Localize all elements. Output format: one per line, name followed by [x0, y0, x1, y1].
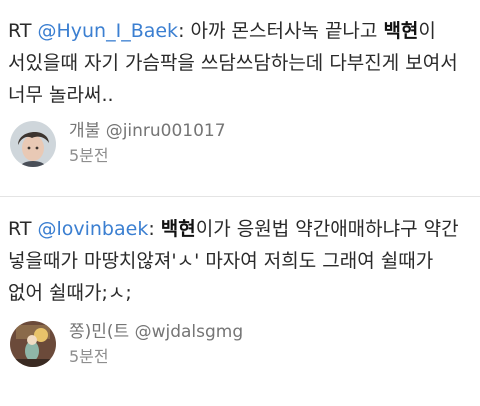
display-name: 개불 — [69, 121, 101, 141]
tweet-item[interactable]: RT @Hyun_I_Baek: 아까 몬스터사녹 끝나고 백현이 서있을때 자… — [0, 0, 480, 196]
tweet-text-part: : 아까 몬스터사녹 끝나고 — [178, 20, 384, 42]
mention-link[interactable]: @lovinbaek — [37, 218, 148, 240]
tweet-item[interactable]: RT @lovinbaek: 백현이가 응원법 약간애매하냐구 약간 넣을때가 … — [0, 198, 480, 406]
highlighted-keyword: 백현 — [160, 218, 196, 240]
retweet-prefix: RT — [8, 218, 38, 240]
tweet-timestamp: 5분전 — [69, 146, 109, 165]
divider — [0, 196, 480, 197]
user-handle: @jinru001017 — [105, 121, 226, 141]
mention-link[interactable]: @Hyun_I_Baek — [37, 20, 178, 42]
tweet-text-part: : — [148, 218, 161, 240]
tweet-timestamp: 5분전 — [69, 347, 109, 366]
author-line[interactable]: 쫑)민(트 @wjdalsgmg — [69, 321, 243, 343]
tweet-text: RT @Hyun_I_Baek: 아까 몬스터사녹 끝나고 백현이 서있을때 자… — [8, 15, 474, 111]
profile-photo-icon — [10, 121, 56, 167]
tweet-text: RT @lovinbaek: 백현이가 응원법 약간애매하냐구 약간 넣을때가 … — [8, 213, 474, 309]
tweet-timeline: RT @Hyun_I_Baek: 아까 몬스터사녹 끝나고 백현이 서있을때 자… — [0, 0, 480, 406]
author-line[interactable]: 개불 @jinru001017 — [69, 120, 226, 142]
retweet-prefix: RT — [8, 20, 38, 42]
user-handle: @wjdalsgmg — [134, 322, 244, 342]
avatar[interactable] — [10, 121, 56, 167]
avatar[interactable] — [10, 321, 56, 367]
highlighted-keyword: 백현 — [383, 20, 419, 42]
display-name: 쫑)민(트 — [69, 322, 130, 342]
profile-photo-icon — [10, 321, 56, 367]
